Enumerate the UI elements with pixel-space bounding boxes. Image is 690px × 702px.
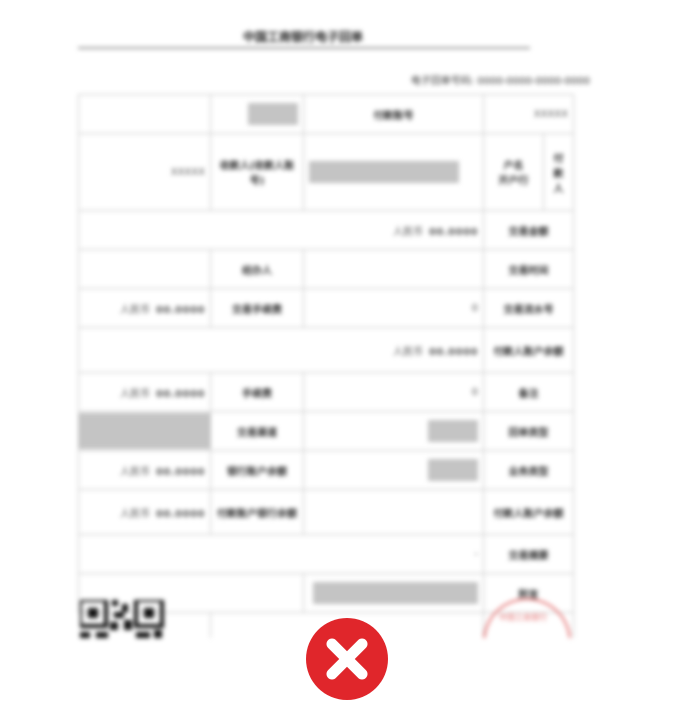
cell-label: 备注 (482, 372, 575, 412)
cell-value (78, 249, 211, 289)
cell-value (78, 411, 211, 451)
table-row: 付款账号 XXXXX (78, 94, 575, 134)
cell-value (303, 411, 484, 451)
cell-value: - (78, 534, 484, 574)
cell-value (303, 133, 484, 211)
cell-value (78, 94, 211, 134)
table-row: 人民币 00.0000 手续费 0 备注 (78, 372, 575, 412)
cell-value: XXXXX (78, 133, 211, 211)
table-row: 人民币 00.0000 银行账户余额 业务类型 (78, 450, 575, 490)
redacted-block (313, 582, 478, 604)
cell-label: 付款人账户余额 (482, 489, 575, 535)
cell-label: 手续费 (210, 372, 304, 412)
table-row: - 交易摘要 (78, 534, 575, 574)
receipt-table: 付款账号 XXXXX XXXXX 收款人(收款人账号) 户名 开户行 付款人 人民… (78, 94, 575, 638)
table-row: XXXXX 收款人(收款人账号) 户名 开户行 付款人 (78, 133, 575, 211)
cell-label: 业务类型 (482, 450, 575, 490)
cell-label: 付款账户银行余额 (210, 489, 304, 535)
cell-value: 0 (303, 288, 484, 328)
cell-value: 0 (303, 372, 484, 412)
cell-amount: 人民币 00.0000 (78, 327, 484, 373)
cell-label: 经办人 (210, 249, 304, 289)
cell-label: 付款人 (542, 133, 575, 211)
cell-value (210, 94, 304, 134)
table-row: 人民币 00.0000 交易金额 (78, 210, 575, 250)
cell-label: 户名 开户行 (483, 133, 544, 211)
redacted-block (248, 103, 298, 125)
title-divider (78, 47, 530, 49)
cell-value: XXXXX (482, 94, 575, 134)
cell-amount: 人民币 00.0000 (78, 288, 211, 328)
cell-label: 交易时间 (482, 249, 575, 289)
cell-label: 回单类型 (482, 411, 575, 451)
cell-amount: 人民币 00.0000 (78, 489, 211, 535)
cell-label: 交易流水号 (482, 288, 575, 328)
close-x-icon (326, 638, 368, 680)
redacted-block (428, 459, 478, 481)
redacted-block (79, 413, 210, 449)
table-row: 人民币 00.0000 付款账户银行余额 付款人账户余额 (78, 489, 575, 535)
cell-value (303, 489, 484, 535)
cell-label: 付款账号 (303, 94, 484, 134)
cell-amount: 人民币 00.0000 (78, 372, 211, 412)
receipt-document: 中国工商银行电子回单 电子回单号码: 0000-0000-0000-0000 付… (78, 20, 590, 638)
table-row: 经办人 交易时间 (78, 249, 575, 289)
cell-label: 银行账户余额 (210, 450, 304, 490)
cell-amount: 人民币 00.0000 (78, 210, 484, 250)
cell-amount: 人民币 00.0000 (78, 450, 211, 490)
cell-value (303, 249, 484, 289)
table-row: 人民币 00.0000 交易手续费 0 交易流水号 (78, 288, 575, 328)
cell-label: 交易手续费 (210, 288, 304, 328)
redacted-block (309, 161, 459, 183)
cell-label: 交易摘要 (482, 534, 575, 574)
cell-label: 交易渠道 (210, 411, 304, 451)
cell-value (303, 450, 484, 490)
redacted-block (428, 420, 478, 442)
cell-label: 收款人(收款人账号) (210, 133, 304, 211)
cell-value (303, 573, 484, 613)
qr-code-icon (80, 600, 164, 638)
serial-value: 0000-0000-0000-0000 (477, 76, 590, 87)
serial-number: 电子回单号码: 0000-0000-0000-0000 (411, 72, 590, 87)
cell-label: 付款人账户余额 (482, 327, 575, 373)
cell-label: 交易金额 (482, 210, 575, 250)
close-button[interactable] (306, 618, 388, 700)
serial-label: 电子回单号码: (410, 76, 475, 87)
table-row: 交易渠道 回单类型 (78, 411, 575, 451)
table-row: 人民币 00.0000 付款人账户余额 (78, 327, 575, 373)
document-title: 中国工商银行电子回单 (242, 30, 363, 44)
